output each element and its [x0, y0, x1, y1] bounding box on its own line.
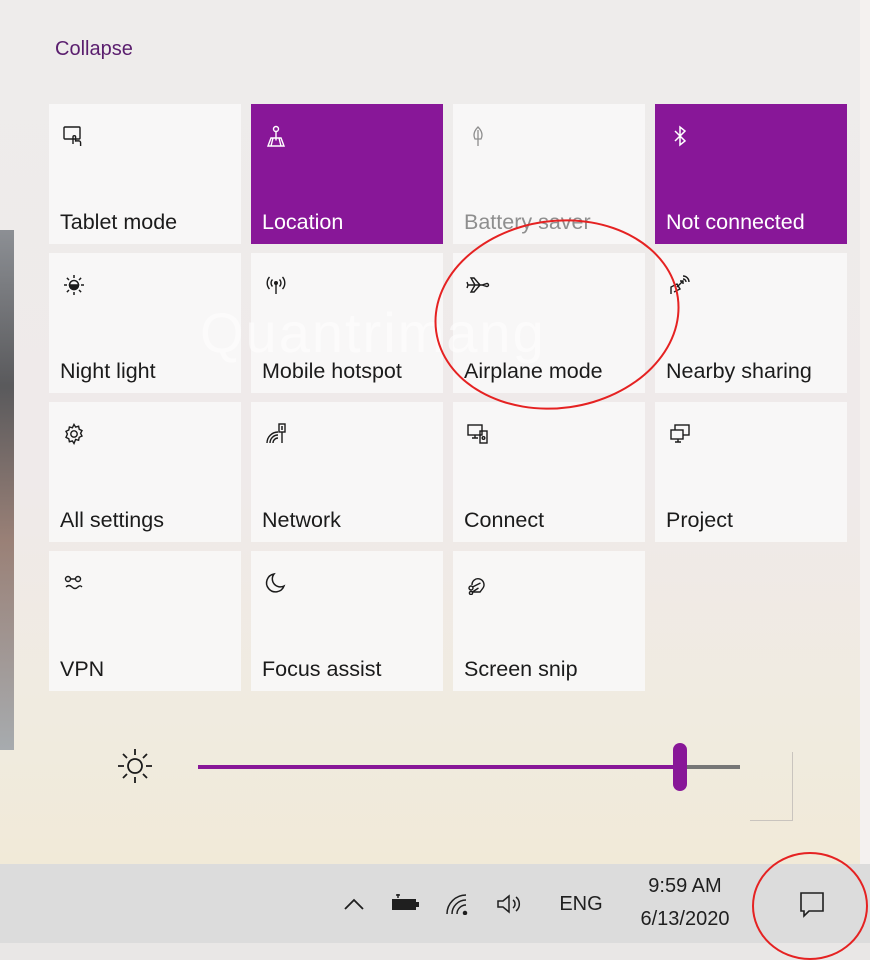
background-window-edge: [0, 230, 14, 750]
airplane-icon: [464, 271, 492, 299]
taskbar: ENG 9:59 AM 6/13/2020: [0, 852, 870, 960]
tile-label: Connect: [464, 508, 545, 532]
tile-connect[interactable]: Connect: [453, 402, 645, 542]
tile-label: Network: [262, 508, 341, 532]
connect-icon: [464, 420, 492, 448]
bluetooth-icon: [666, 122, 694, 150]
tile-tablet-mode[interactable]: Tablet mode: [49, 104, 241, 244]
volume-icon[interactable]: [490, 886, 530, 922]
tile-label: Location: [262, 210, 344, 234]
tablet-mode-icon: [60, 122, 88, 150]
quick-actions-grid: Tablet mode Location Battery saver Not c…: [49, 104, 847, 691]
tile-label: Project: [666, 508, 733, 532]
nearby-sharing-icon: [666, 271, 694, 299]
wifi-icon[interactable]: [440, 886, 476, 922]
battery-saver-icon: [464, 122, 492, 150]
screen-snip-icon: [464, 569, 492, 597]
input-language-indicator[interactable]: ENG: [546, 886, 616, 922]
tile-label: VPN: [60, 657, 105, 681]
brightness-icon: [118, 749, 152, 783]
tile-location[interactable]: Location: [251, 104, 443, 244]
action-center-icon: [800, 892, 824, 918]
panel-right-edge: [860, 0, 870, 864]
brightness-slider[interactable]: [198, 743, 740, 791]
chevron-up-icon[interactable]: [336, 886, 372, 922]
clock-date: 6/13/2020: [640, 908, 730, 930]
clock[interactable]: 9:59 AM 6/13/2020: [630, 870, 740, 936]
battery-icon[interactable]: [386, 886, 426, 922]
tile-label: Focus assist: [262, 657, 382, 681]
tile-mobile-hotspot[interactable]: Mobile hotspot: [251, 253, 443, 393]
moon-icon: [262, 569, 290, 597]
mobile-hotspot-icon: [262, 271, 290, 299]
tile-bluetooth[interactable]: Not connected: [655, 104, 847, 244]
tile-label: Not connected: [666, 210, 805, 234]
tile-label: Night light: [60, 359, 156, 383]
tile-label: Mobile hotspot: [262, 359, 402, 383]
action-center-panel: Collapse Tablet mode Location Battery sa…: [0, 0, 870, 864]
tile-label: Tablet mode: [60, 210, 178, 234]
network-icon: [262, 420, 290, 448]
tile-label: Screen snip: [464, 657, 578, 681]
tile-network[interactable]: Network: [251, 402, 443, 542]
tile-screen-snip[interactable]: Screen snip: [453, 551, 645, 691]
tile-project[interactable]: Project: [655, 402, 847, 542]
tile-all-settings[interactable]: All settings: [49, 402, 241, 542]
brightness-slider-fill: [198, 765, 681, 769]
tile-label: All settings: [60, 508, 164, 532]
resize-corner: [750, 752, 793, 821]
gear-icon: [60, 420, 88, 448]
night-light-icon: [60, 271, 88, 299]
tile-focus-assist[interactable]: Focus assist: [251, 551, 443, 691]
project-icon: [666, 420, 694, 448]
empty-tile-slot: [655, 551, 847, 691]
tile-vpn[interactable]: VPN: [49, 551, 241, 691]
clock-time: 9:59 AM: [648, 875, 722, 897]
tile-battery-saver[interactable]: Battery saver: [453, 104, 645, 244]
tile-label: Nearby sharing: [666, 359, 812, 383]
vpn-icon: [60, 569, 88, 597]
tile-label: Battery saver: [464, 210, 591, 234]
action-center-button[interactable]: [774, 874, 850, 934]
tile-label: Airplane mode: [464, 359, 603, 383]
brightness-slider-thumb[interactable]: [673, 743, 688, 791]
location-icon: [262, 122, 290, 150]
tile-airplane-mode[interactable]: Airplane mode: [453, 253, 645, 393]
tile-nearby-sharing[interactable]: Nearby sharing: [655, 253, 847, 393]
collapse-link[interactable]: Collapse: [55, 38, 133, 61]
tile-night-light[interactable]: Night light: [49, 253, 241, 393]
